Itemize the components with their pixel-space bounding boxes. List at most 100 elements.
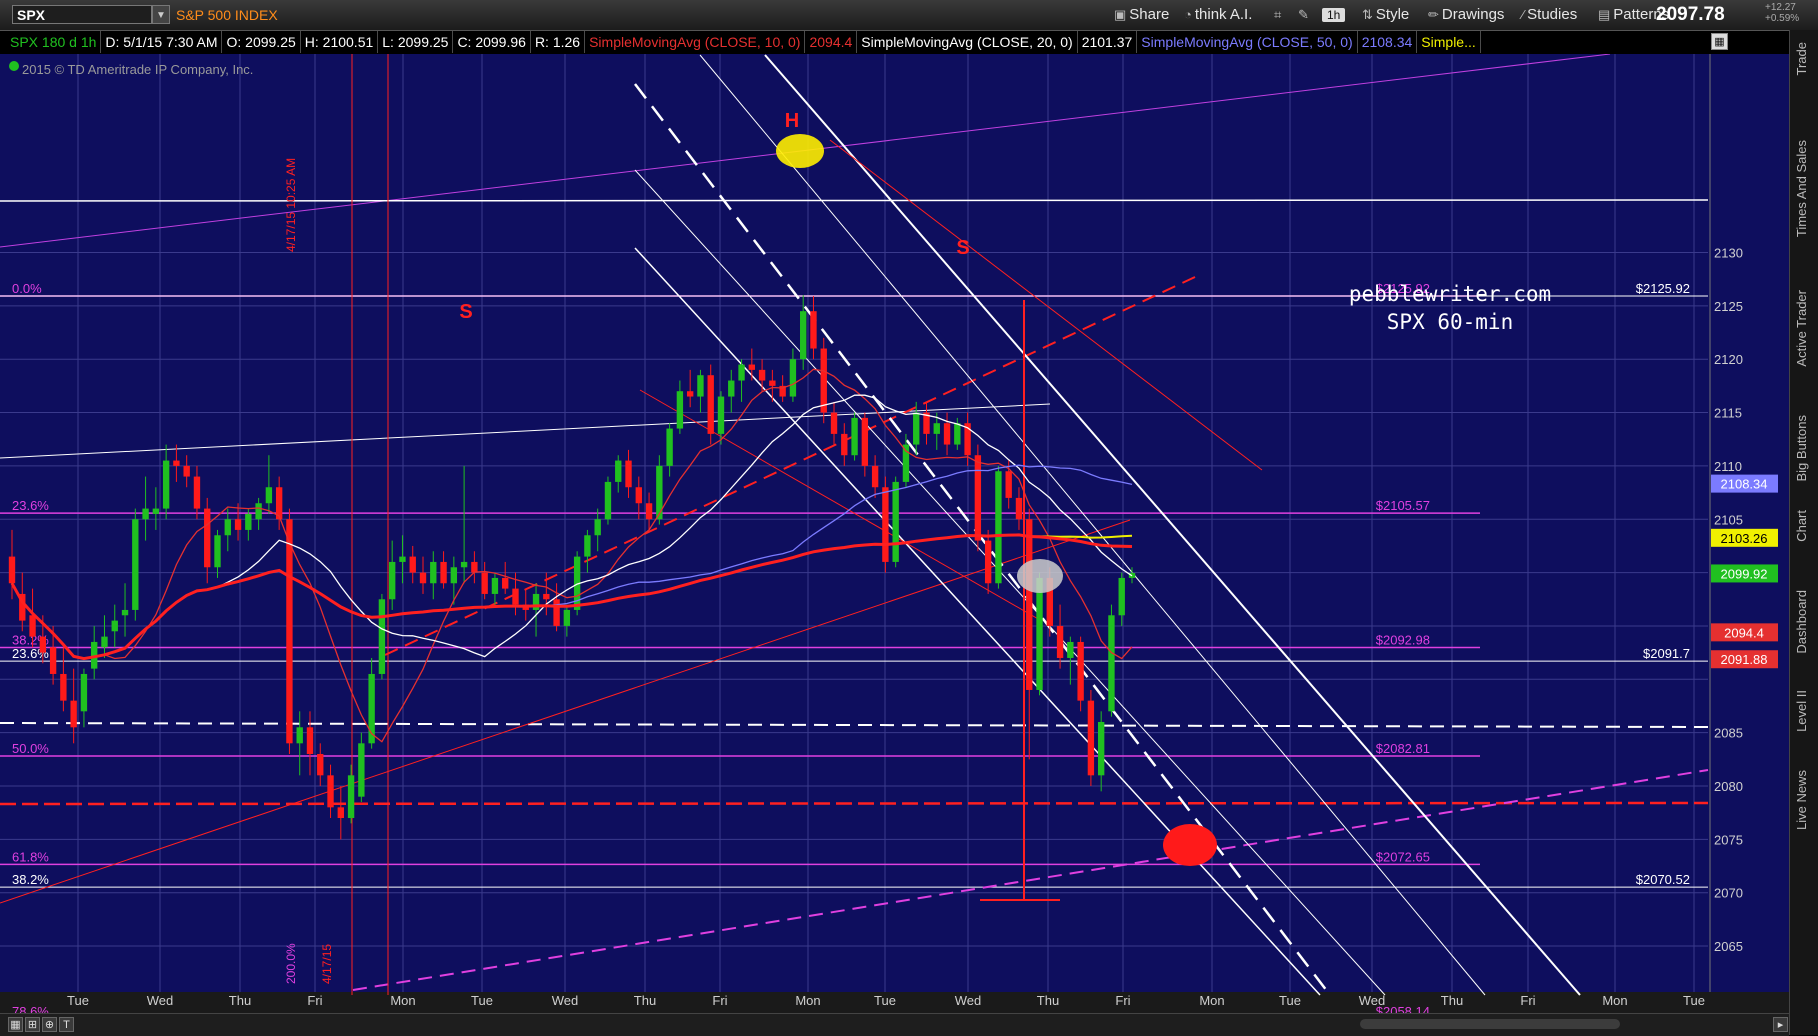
info-date: D: 5/1/15 7:30 AM [101,31,223,53]
study-sma10-value: 2094.4 [805,31,858,53]
info-open: O: 2099.25 [222,31,301,53]
study-sma50-label[interactable]: SimpleMovingAvg (CLOSE, 50, 0) [1137,31,1358,53]
candle-body [399,556,406,562]
style-button[interactable]: ⇅ Style [1362,5,1409,25]
drawings-button[interactable]: ✏ Drawings [1428,5,1504,25]
candle-body [676,391,684,429]
candle-body [841,433,848,456]
chart-settings-icon[interactable]: ▦ [1711,33,1728,50]
candle-body [183,465,190,477]
think-ai-button[interactable]: ◔ think A.I. [1184,5,1252,25]
price-change: +12.27 +0.59% [1765,2,1799,24]
pencil-icon: ✏ [1428,7,1439,22]
x-tick-label: Tue [471,993,493,1008]
style-icon: ⇅ [1362,7,1373,22]
study-sma20-label[interactable]: SimpleMovingAvg (CLOSE, 20, 0) [857,31,1078,53]
watermark-title: SPX 60-min [1387,310,1513,334]
study-sma20-value: 2101.37 [1078,31,1138,53]
date-marker-label: 4/17/15 [320,944,334,984]
target-hit-marker [1017,559,1063,593]
candle-body [892,481,899,562]
candle-body [80,673,88,712]
candle-body [245,513,252,530]
panel-tab-times-and-sales[interactable]: Times And Sales [1794,140,1809,237]
share-icon: ▣ [1114,7,1127,22]
candle-body [306,727,314,754]
candle-body [286,519,293,744]
candle-body [1097,721,1105,776]
crosshair-icon: ⌗ [1274,7,1282,22]
candle-body [8,556,16,584]
interval-button[interactable]: 1h [1322,8,1346,22]
panel-tab-trade[interactable]: Trade [1794,42,1809,75]
candle-body [111,620,118,632]
candle-body [769,380,776,386]
price-chart[interactable]: Tue Wed Thu Fri Mon Tue Wed Thu Fri Mon Tue Wed Thu F… [0,54,1789,1013]
candle-body [419,572,427,584]
panel-tab-dashboard[interactable]: Dashboard [1794,590,1809,654]
info-range: R: 1.26 [531,31,586,53]
info-period: SPX 180 d 1h [6,31,102,53]
candle-body [604,481,612,520]
candle-body [121,609,129,616]
panel-tab-chart[interactable]: Chart [1794,510,1809,542]
right-side-panel: Trade Times And Sales Active Trader Big But… [1789,30,1818,1035]
candle-body [491,577,499,594]
candle-body [1077,641,1084,701]
panel-tab-level-ii[interactable]: Level II [1794,690,1809,732]
candle-body [265,487,273,504]
symbol-input[interactable]: SPX [12,5,152,24]
zoom-icon[interactable]: ⊕ [42,1017,57,1032]
share-label: Share [1129,6,1170,23]
wrench-icon: ✎ [1298,7,1309,22]
fib-level-label: 78.6% [12,1004,49,1013]
candle-body [553,599,560,626]
candle-body [820,348,827,413]
candle-body [224,519,231,536]
y-tick-label: 2065 [1714,939,1743,954]
candle-body [450,567,458,584]
drawing-tools-icon[interactable]: ▦ [8,1017,23,1032]
shoulder-label: S [956,237,969,259]
settings-tool-button[interactable]: ✎ [1298,5,1312,25]
candle-body [60,673,67,701]
study-sma10-label[interactable]: SimpleMovingAvg (CLOSE, 10, 0) [585,31,806,53]
x-tick-label: Wed [552,993,579,1008]
panel-tab-big-buttons[interactable]: Big Buttons [1794,415,1809,482]
x-tick-label: Tue [67,993,89,1008]
x-tick-label: Mon [795,993,820,1008]
status-dot [9,61,19,71]
candle-body [409,556,416,573]
price-change-abs: +12.27 [1765,2,1796,13]
fib-level-price: $2058.14 [1376,1004,1430,1013]
scroll-right-icon[interactable]: ▸ [1773,1017,1788,1032]
candle-body [861,417,869,466]
candle-body [481,572,488,594]
share-button[interactable]: ▣ Share [1114,5,1169,25]
candle-body [748,364,756,370]
text-tool-icon[interactable]: T [59,1017,74,1032]
horizontal-scrollbar[interactable] [1360,1019,1620,1029]
grid-layout-icon[interactable]: ⊞ [25,1017,40,1032]
symbol-dropdown-icon[interactable]: ▼ [152,5,170,24]
fib-level-price: $2082.81 [1376,741,1430,756]
white-level-price: $2070.52 [1636,872,1690,887]
panel-tab-active-trader[interactable]: Active Trader [1794,290,1809,367]
price-tag-label: 2099.92 [1721,566,1768,581]
candle-body [1026,519,1033,690]
candle-body [1087,700,1095,776]
candle-body [645,503,653,520]
candle-body [1067,641,1074,658]
patterns-icon: ▤ [1598,7,1611,22]
date-marker-label: 4/17/15 10:25 AM [284,158,298,252]
y-tick-label: 2105 [1714,512,1743,527]
x-tick-label: Thu [1441,993,1463,1008]
panel-tab-live-news[interactable]: Live News [1794,770,1809,830]
candle-body [388,561,396,600]
candle-body [728,380,735,397]
study-more-label[interactable]: Simple... [1417,31,1481,53]
crosshair-tool-button[interactable]: ⌗ [1274,5,1284,25]
head-label: H [785,110,799,132]
studies-button[interactable]: ∕ Studies [1522,5,1577,25]
candle-body [1005,471,1012,498]
